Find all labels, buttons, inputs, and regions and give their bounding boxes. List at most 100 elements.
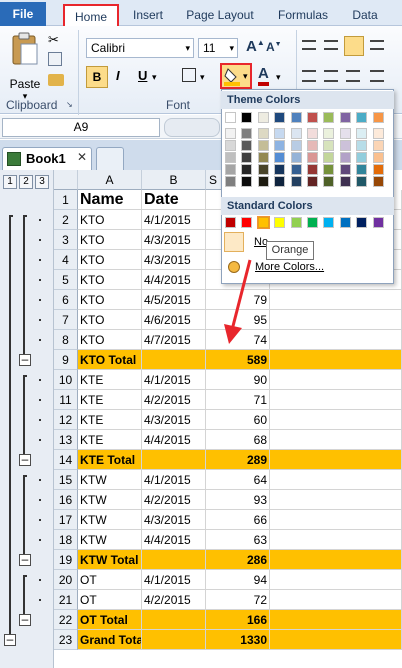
cell-b13[interactable]: 4/4/2015 <box>142 430 206 450</box>
theme-color-swatch[interactable] <box>241 112 253 123</box>
cell-b3[interactable]: 4/3/2015 <box>142 230 206 250</box>
theme-color-swatch[interactable] <box>372 164 384 175</box>
row-header[interactable]: 4 <box>54 250 78 270</box>
theme-color-swatch[interactable] <box>274 152 286 163</box>
cell-c22[interactable]: 166 <box>206 610 270 630</box>
standard-color-swatch[interactable] <box>241 217 253 228</box>
cell-c11[interactable]: 71 <box>206 390 270 410</box>
cell-a21[interactable]: OT <box>78 590 142 610</box>
theme-color-swatch[interactable] <box>274 164 286 175</box>
theme-color-swatch[interactable] <box>290 140 302 151</box>
theme-color-swatch[interactable] <box>356 164 368 175</box>
cell-a5[interactable]: KTO <box>78 270 142 290</box>
format-painter-icon[interactable] <box>48 74 64 86</box>
cell-b5[interactable]: 4/4/2015 <box>142 270 206 290</box>
cell-extra[interactable] <box>270 490 402 510</box>
row-header[interactable]: 16 <box>54 490 78 510</box>
theme-color-swatch[interactable] <box>225 164 236 175</box>
theme-color-swatch[interactable] <box>241 164 253 175</box>
theme-color-swatch[interactable] <box>274 176 286 187</box>
outline-level-2-button[interactable]: 2 <box>19 175 33 189</box>
standard-color-swatch[interactable] <box>323 217 335 228</box>
chevron-down-icon[interactable]: ▾ <box>200 72 205 83</box>
cell-extra[interactable] <box>270 590 402 610</box>
cell-c9[interactable]: 589 <box>206 350 270 370</box>
cell-extra[interactable] <box>270 630 402 650</box>
cell-extra[interactable] <box>270 310 402 330</box>
align-right-icon[interactable] <box>346 70 360 82</box>
collapse-group-button[interactable]: – <box>19 353 31 366</box>
theme-color-swatch[interactable] <box>307 140 318 151</box>
cell-c19[interactable]: 286 <box>206 550 270 570</box>
theme-color-swatch[interactable] <box>290 152 302 163</box>
cell-c21[interactable]: 72 <box>206 590 270 610</box>
theme-color-swatch[interactable] <box>257 128 269 139</box>
row-header[interactable]: 21 <box>54 590 78 610</box>
italic-button[interactable]: I <box>116 68 120 83</box>
cell-a19[interactable]: KTW Total <box>78 550 142 570</box>
theme-color-swatch[interactable] <box>356 176 368 187</box>
theme-color-swatch[interactable] <box>372 128 384 139</box>
theme-color-swatch[interactable] <box>372 140 384 151</box>
font-size-select[interactable]: 11 ▾ <box>198 38 238 58</box>
cell-extra[interactable] <box>270 430 402 450</box>
theme-color-swatch[interactable] <box>372 176 384 187</box>
theme-color-swatch[interactable] <box>241 140 253 151</box>
cell-a6[interactable]: KTO <box>78 290 142 310</box>
theme-color-swatch[interactable] <box>356 152 368 163</box>
theme-color-swatch[interactable] <box>290 164 302 175</box>
cell-extra[interactable] <box>270 350 402 370</box>
copy-icon[interactable] <box>48 52 62 66</box>
name-box[interactable]: A9 <box>2 118 160 137</box>
collapse-group-button[interactable]: – <box>19 453 31 466</box>
cell-b17[interactable]: 4/3/2015 <box>142 510 206 530</box>
cell-a20[interactable]: OT <box>78 570 142 590</box>
theme-color-swatch[interactable] <box>307 152 318 163</box>
cell-b9[interactable] <box>142 350 206 370</box>
theme-color-swatch[interactable] <box>290 128 302 139</box>
theme-color-swatch[interactable] <box>225 140 236 151</box>
cell-extra[interactable] <box>270 370 402 390</box>
no-fill-icon[interactable] <box>224 232 244 252</box>
row-header[interactable]: 9 <box>54 350 78 370</box>
cell-c12[interactable]: 60 <box>206 410 270 430</box>
standard-color-swatch[interactable] <box>356 217 368 228</box>
align-bottom-icon[interactable] <box>344 36 364 56</box>
cell-extra[interactable] <box>270 550 402 570</box>
theme-color-swatch[interactable] <box>257 176 269 187</box>
theme-color-swatch[interactable] <box>307 128 318 139</box>
row-header[interactable]: 13 <box>54 430 78 450</box>
cell-extra[interactable] <box>270 570 402 590</box>
row-header[interactable]: 23 <box>54 630 78 650</box>
theme-color-swatch[interactable] <box>241 152 253 163</box>
row-header[interactable]: 8 <box>54 330 78 350</box>
row-header[interactable]: 1 <box>54 190 78 210</box>
cell-a10[interactable]: KTE <box>78 370 142 390</box>
theme-color-swatch[interactable] <box>339 140 351 151</box>
row-header[interactable]: 20 <box>54 570 78 590</box>
theme-color-swatch[interactable] <box>323 140 335 151</box>
borders-icon[interactable] <box>182 68 196 82</box>
cell-extra[interactable] <box>270 530 402 550</box>
cell-a1[interactable]: Name <box>78 190 142 210</box>
row-header[interactable]: 22 <box>54 610 78 630</box>
formula-expand-handle[interactable] <box>164 118 220 137</box>
theme-color-swatch[interactable] <box>356 112 368 123</box>
bold-button[interactable]: B <box>86 66 108 88</box>
cell-a7[interactable]: KTO <box>78 310 142 330</box>
cell-b20[interactable]: 4/1/2015 <box>142 570 206 590</box>
cut-icon[interactable]: ✂ <box>48 32 59 48</box>
row-header[interactable]: 5 <box>54 270 78 290</box>
row-header[interactable]: 11 <box>54 390 78 410</box>
orange-swatch[interactable] <box>256 216 270 229</box>
more-colors-link[interactable]: More Colors... <box>255 261 324 273</box>
tab-formulas[interactable]: Formulas <box>274 4 332 26</box>
column-header-a[interactable]: A <box>78 170 142 190</box>
theme-color-swatch[interactable] <box>225 152 236 163</box>
cell-extra[interactable] <box>270 610 402 630</box>
row-header[interactable]: 7 <box>54 310 78 330</box>
cell-b7[interactable]: 4/6/2015 <box>142 310 206 330</box>
cell-a22[interactable]: OT Total <box>78 610 142 630</box>
cell-c13[interactable]: 68 <box>206 430 270 450</box>
theme-color-swatch[interactable] <box>257 164 269 175</box>
